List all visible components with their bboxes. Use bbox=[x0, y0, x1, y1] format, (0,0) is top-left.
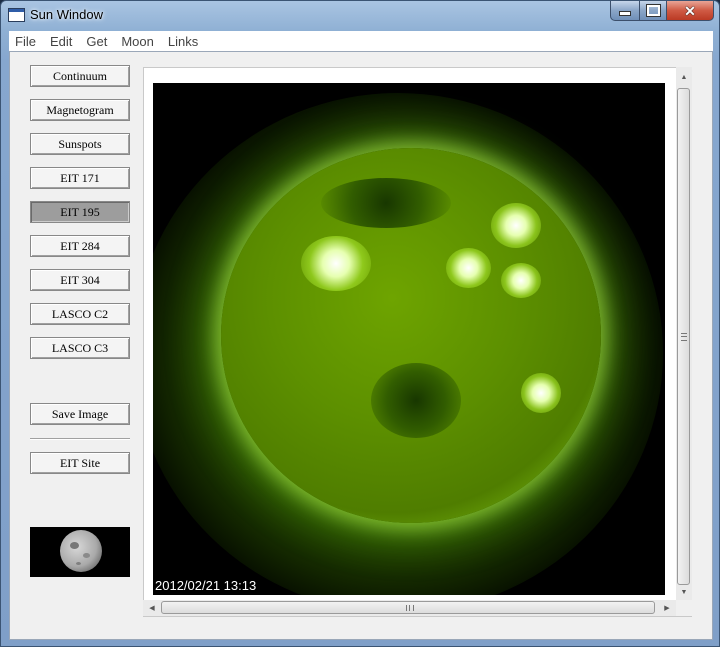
eit-site-button[interactable]: EIT Site bbox=[30, 452, 130, 474]
magnetogram-button[interactable]: Magnetogram bbox=[30, 99, 130, 121]
eit-284-button[interactable]: EIT 284 bbox=[30, 235, 130, 257]
save-image-button[interactable]: Save Image bbox=[30, 403, 130, 425]
menu-file[interactable]: File bbox=[9, 34, 43, 49]
coronal-hole bbox=[321, 178, 451, 228]
minimize-button[interactable] bbox=[610, 1, 640, 21]
vertical-scrollbar[interactable]: ▲ ▼ bbox=[676, 67, 692, 602]
active-region bbox=[491, 203, 541, 248]
active-region bbox=[521, 373, 561, 413]
continuum-button[interactable]: Continuum bbox=[30, 65, 130, 87]
grip-icon bbox=[681, 333, 687, 341]
sun-image: 2012/02/21 13:13 bbox=[153, 83, 665, 595]
arrow-up-icon[interactable]: ▲ bbox=[676, 69, 692, 85]
arrow-left-icon[interactable]: ◀ bbox=[144, 600, 160, 616]
window-title: Sun Window bbox=[30, 7, 103, 22]
coronal-hole bbox=[371, 363, 461, 438]
maximize-icon bbox=[646, 5, 660, 16]
grip-icon bbox=[406, 605, 414, 611]
moon-phase-image bbox=[30, 527, 130, 577]
menu-bar: File Edit Get Moon Links bbox=[9, 31, 713, 51]
eit-195-button[interactable]: EIT 195 bbox=[30, 201, 130, 223]
sunspots-button[interactable]: Sunspots bbox=[30, 133, 130, 155]
horizontal-scrollbar[interactable]: ◀ ▶ bbox=[143, 600, 676, 616]
vertical-scroll-thumb[interactable] bbox=[677, 88, 690, 585]
active-region bbox=[446, 248, 491, 288]
lasco-c2-button[interactable]: LASCO C2 bbox=[30, 303, 130, 325]
eit-304-button[interactable]: EIT 304 bbox=[30, 269, 130, 291]
image-timestamp: 2012/02/21 13:13 bbox=[155, 578, 257, 593]
divider bbox=[30, 438, 130, 440]
menu-links[interactable]: Links bbox=[161, 34, 205, 49]
maximize-button[interactable] bbox=[639, 1, 667, 21]
lasco-c3-button[interactable]: LASCO C3 bbox=[30, 337, 130, 359]
sun-disc bbox=[221, 148, 601, 523]
arrow-down-icon[interactable]: ▼ bbox=[676, 584, 692, 600]
close-button[interactable]: ✕ bbox=[666, 1, 714, 21]
close-icon: ✕ bbox=[684, 2, 696, 19]
window-icon[interactable] bbox=[8, 8, 25, 22]
minimize-icon bbox=[619, 11, 631, 16]
client-area: Continuum Magnetogram Sunspots EIT 171 E… bbox=[9, 51, 713, 640]
horizontal-scroll-thumb[interactable] bbox=[161, 601, 655, 614]
active-region bbox=[501, 263, 541, 298]
arrow-right-icon[interactable]: ▶ bbox=[659, 600, 675, 616]
app-window: Sun Window ✕ File Edit Get Moon Links Co… bbox=[0, 0, 720, 647]
moon-phase-icon bbox=[60, 530, 102, 572]
scrollbar-corner bbox=[676, 600, 692, 616]
active-region bbox=[301, 236, 371, 291]
menu-edit[interactable]: Edit bbox=[43, 34, 79, 49]
eit-171-button[interactable]: EIT 171 bbox=[30, 167, 130, 189]
menu-moon[interactable]: Moon bbox=[114, 34, 161, 49]
menu-get[interactable]: Get bbox=[79, 34, 114, 49]
